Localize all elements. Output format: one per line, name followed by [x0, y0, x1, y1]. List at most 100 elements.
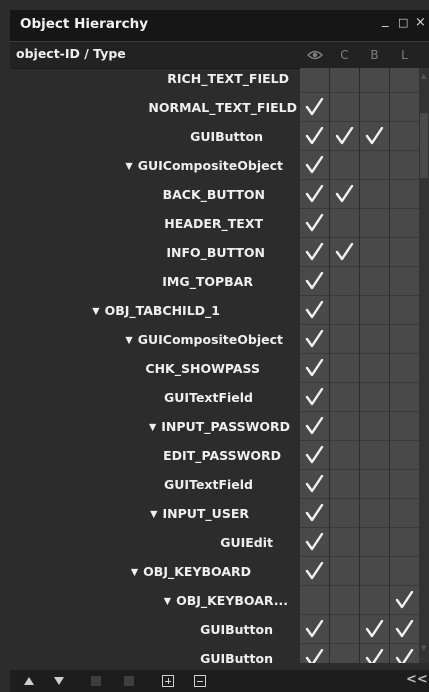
c-toggle-cell[interactable] [330, 586, 359, 615]
tree-row[interactable]: GUITextField [10, 383, 419, 412]
b-toggle-cell[interactable] [360, 528, 389, 557]
row-label[interactable]: GUIButton [190, 122, 263, 151]
l-toggle-cell[interactable] [390, 354, 419, 383]
close-button[interactable]: × [415, 15, 426, 30]
expand-arrow-icon[interactable]: ▼ [150, 509, 157, 520]
b-toggle-cell[interactable] [360, 122, 389, 151]
row-label[interactable]: ▼ OBJ_KEYBOARD [131, 557, 251, 586]
expand-arrow-icon[interactable]: ▼ [125, 161, 132, 172]
expand-arrow-icon[interactable]: ▼ [125, 335, 132, 346]
c-toggle-cell[interactable] [330, 499, 359, 528]
b-toggle-cell[interactable] [360, 325, 389, 354]
collapse-button[interactable] [193, 674, 207, 688]
tree-row[interactable]: EDIT_PASSWORD [10, 441, 419, 470]
tree-row[interactable]: HEADER_TEXT [10, 209, 419, 238]
visible-toggle-cell[interactable] [300, 296, 329, 325]
row-label[interactable]: ▼ INPUT_PASSWORD [149, 412, 290, 441]
tree-row[interactable]: CHK_SHOWPASS [10, 354, 419, 383]
b-toggle-cell[interactable] [360, 412, 389, 441]
l-toggle-cell[interactable] [390, 441, 419, 470]
tree-row[interactable]: BACK_BUTTON [10, 180, 419, 209]
row-label[interactable]: ▼ OBJ_KEYBOAR... [164, 586, 288, 615]
tree-row[interactable]: GUIButton [10, 644, 419, 663]
visible-toggle-cell[interactable] [300, 151, 329, 180]
row-label[interactable]: GUIButton [200, 644, 273, 663]
b-toggle-cell[interactable] [360, 586, 389, 615]
collapse-panel-button[interactable]: << [406, 672, 428, 687]
visible-toggle-cell[interactable] [300, 180, 329, 209]
row-label[interactable]: IMG_TOPBAR [162, 267, 253, 296]
tree-row[interactable]: INFO_BUTTON [10, 238, 419, 267]
c-toggle-cell[interactable] [330, 180, 359, 209]
visible-toggle-cell[interactable] [300, 615, 329, 644]
b-toggle-cell[interactable] [360, 180, 389, 209]
b-toggle-cell[interactable] [360, 209, 389, 238]
c-toggle-cell[interactable] [330, 412, 359, 441]
row-label[interactable]: GUITextField [164, 470, 253, 499]
c-toggle-cell[interactable] [330, 68, 359, 93]
tree-row[interactable]: GUIButton [10, 122, 419, 151]
l-toggle-cell[interactable] [390, 470, 419, 499]
b-toggle-cell[interactable] [360, 68, 389, 93]
b-toggle-cell[interactable] [360, 296, 389, 325]
c-toggle-cell[interactable] [330, 151, 359, 180]
c-toggle-cell[interactable] [330, 528, 359, 557]
visible-toggle-cell[interactable] [300, 122, 329, 151]
row-label[interactable]: RICH_TEXT_FIELD [167, 68, 289, 93]
c-toggle-cell[interactable] [330, 557, 359, 586]
b-toggle-cell[interactable] [360, 383, 389, 412]
tree-row[interactable]: GUIButton [10, 615, 419, 644]
l-toggle-cell[interactable] [390, 412, 419, 441]
c-toggle-cell[interactable] [330, 383, 359, 412]
visible-toggle-cell[interactable] [300, 383, 329, 412]
l-toggle-cell[interactable] [390, 267, 419, 296]
tree-row[interactable]: GUITextField [10, 470, 419, 499]
visible-toggle-cell[interactable] [300, 325, 329, 354]
l-toggle-cell[interactable] [390, 209, 419, 238]
visible-toggle-cell[interactable] [300, 441, 329, 470]
row-label[interactable]: EDIT_PASSWORD [163, 441, 281, 470]
row-label[interactable]: CHK_SHOWPASS [145, 354, 260, 383]
c-toggle-cell[interactable] [330, 267, 359, 296]
l-toggle-cell[interactable] [390, 528, 419, 557]
row-label[interactable]: GUITextField [164, 383, 253, 412]
l-toggle-cell[interactable] [390, 151, 419, 180]
l-toggle-cell[interactable] [390, 615, 419, 644]
visible-toggle-cell[interactable] [300, 412, 329, 441]
b-toggle-cell[interactable] [360, 499, 389, 528]
c-toggle-cell[interactable] [330, 296, 359, 325]
c-column-header[interactable]: C [330, 42, 359, 68]
b-column-header[interactable]: B [360, 42, 389, 68]
expand-button[interactable] [161, 674, 175, 688]
b-toggle-cell[interactable] [360, 470, 389, 499]
tree-row[interactable]: ▼ OBJ_TABCHILD_1 [10, 296, 419, 325]
l-toggle-cell[interactable] [390, 68, 419, 93]
c-toggle-cell[interactable] [330, 615, 359, 644]
l-toggle-cell[interactable] [390, 93, 419, 122]
expand-arrow-icon[interactable]: ▼ [164, 596, 171, 607]
row-label[interactable]: NORMAL_TEXT_FIELD [148, 93, 297, 122]
visible-toggle-cell[interactable] [300, 354, 329, 383]
visible-toggle-cell[interactable] [300, 267, 329, 296]
move-down-button[interactable] [52, 674, 66, 688]
l-toggle-cell[interactable] [390, 238, 419, 267]
expand-arrow-icon[interactable]: ▼ [131, 567, 138, 578]
tree-row[interactable]: ▼ GUICompositeObject [10, 325, 419, 354]
visible-toggle-cell[interactable] [300, 499, 329, 528]
c-toggle-cell[interactable] [330, 122, 359, 151]
l-toggle-cell[interactable] [390, 586, 419, 615]
b-toggle-cell[interactable] [360, 354, 389, 383]
row-label[interactable]: ▼ GUICompositeObject [125, 151, 283, 180]
l-toggle-cell[interactable] [390, 325, 419, 354]
scroll-down-icon[interactable]: ▼ [421, 644, 426, 652]
tree-row[interactable]: RICH_TEXT_FIELD [10, 68, 419, 93]
c-toggle-cell[interactable] [330, 209, 359, 238]
minimize-button[interactable]: _ [382, 13, 389, 28]
row-label[interactable]: GUIEdit [220, 528, 273, 557]
visible-toggle-cell[interactable] [300, 209, 329, 238]
c-toggle-cell[interactable] [330, 644, 359, 663]
visible-toggle-cell[interactable] [300, 470, 329, 499]
b-toggle-cell[interactable] [360, 151, 389, 180]
l-toggle-cell[interactable] [390, 499, 419, 528]
row-label[interactable]: GUIButton [200, 615, 273, 644]
